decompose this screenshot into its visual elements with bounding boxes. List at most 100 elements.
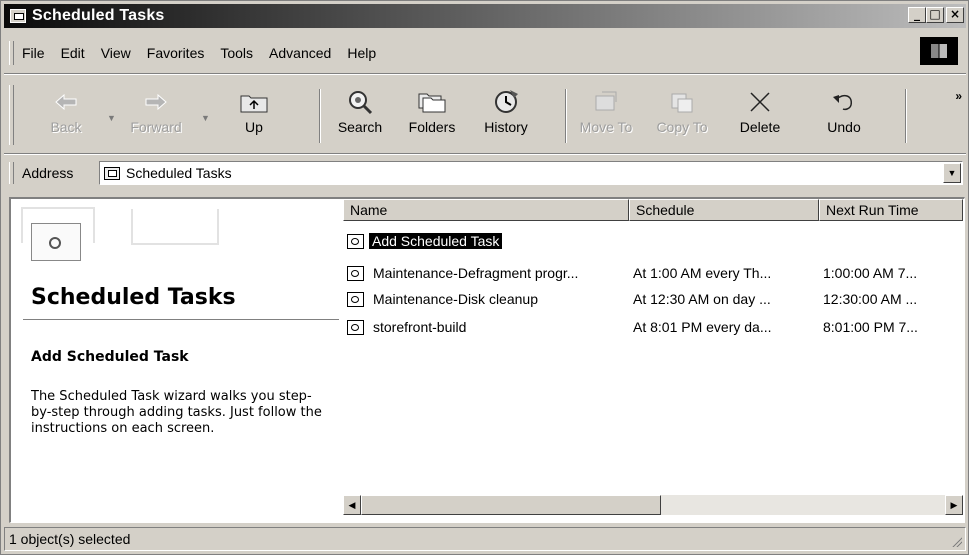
resize-grip-icon[interactable] <box>950 535 962 547</box>
address-dropdown-icon[interactable]: ▼ <box>943 163 961 183</box>
menu-file[interactable]: File <box>22 45 45 61</box>
window: Scheduled Tasks _ □ × File Edit View Fav… <box>0 0 969 555</box>
list-item[interactable]: Add Scheduled Task <box>343 231 963 253</box>
task-name: Add Scheduled Task <box>369 233 503 249</box>
delete-icon <box>750 92 770 112</box>
list-header: Name Schedule Next Run Time <box>343 199 963 221</box>
menu-help[interactable]: Help <box>347 45 376 61</box>
menu-bar: File Edit View Favorites Tools Advanced … <box>9 41 392 65</box>
window-title: Scheduled Tasks <box>32 7 165 24</box>
menu-advanced[interactable]: Advanced <box>269 45 331 61</box>
address-bar: Address Scheduled Tasks ▼ <box>9 161 965 185</box>
forward-label: Forward <box>130 119 182 135</box>
search-icon <box>349 91 373 115</box>
address-value: Scheduled Tasks <box>126 165 232 181</box>
search-button[interactable]: Search <box>325 85 395 147</box>
horizontal-scrollbar[interactable]: ◀ ▶ <box>343 495 963 515</box>
copy-to-button[interactable]: Copy To <box>647 85 717 147</box>
pane-divider <box>23 319 339 320</box>
list-item[interactable]: Maintenance-Defragment progr... At 1:00 … <box>343 263 963 285</box>
toolbar-divider <box>4 153 966 155</box>
task-list[interactable]: Name Schedule Next Run Time Add Schedule… <box>343 199 963 521</box>
folder-up-icon <box>240 95 268 113</box>
undo-button[interactable]: Undo <box>809 85 879 147</box>
scheduled-tasks-folder-icon <box>31 223 81 261</box>
add-task-icon <box>347 234 364 249</box>
watermark-shape <box>131 209 219 245</box>
history-button[interactable]: History <box>471 85 541 147</box>
delete-button[interactable]: Delete <box>725 85 795 147</box>
address-grip[interactable] <box>9 162 14 184</box>
move-to-label: Move To <box>579 119 633 135</box>
toolbar-separator <box>319 89 321 143</box>
scroll-thumb[interactable] <box>361 495 661 515</box>
task-schedule: At 1:00 AM every Th... <box>633 265 772 281</box>
task-schedule: At 12:30 AM on day ... <box>633 291 771 307</box>
history-icon <box>495 90 518 113</box>
folders-button[interactable]: Folders <box>397 85 467 147</box>
scroll-left-button[interactable]: ◀ <box>343 495 361 515</box>
forward-dropdown-icon[interactable]: ▼ <box>201 113 210 123</box>
web-view-pane: Scheduled Tasks Add Scheduled Task The S… <box>11 199 341 521</box>
forward-button[interactable]: Forward <box>121 85 191 147</box>
address-input[interactable]: Scheduled Tasks ▼ <box>99 161 963 185</box>
move-to-icon <box>595 91 617 111</box>
column-header-name[interactable]: Name <box>343 199 629 221</box>
up-label: Up <box>245 119 263 135</box>
menu-favorites[interactable]: Favorites <box>147 45 205 61</box>
back-dropdown-icon[interactable]: ▼ <box>107 113 116 123</box>
forward-arrow-icon <box>145 93 167 111</box>
task-next-run: 1:00:00 AM 7... <box>823 265 918 281</box>
back-label: Back <box>50 119 82 135</box>
folders-label: Folders <box>408 119 456 135</box>
menu-view[interactable]: View <box>101 45 131 61</box>
status-text: 1 object(s) selected <box>9 531 131 547</box>
task-icon <box>347 292 364 307</box>
list-item[interactable]: Maintenance-Disk cleanup At 12:30 AM on … <box>343 289 963 311</box>
pane-title: Scheduled Tasks <box>31 285 236 310</box>
menu-tools[interactable]: Tools <box>220 45 253 61</box>
toolbar-separator <box>905 89 907 143</box>
list-item[interactable]: storefront-build At 8:01 PM every da... … <box>343 317 963 339</box>
window-controls: _ □ × <box>908 7 964 23</box>
title-bar[interactable]: Scheduled Tasks _ □ × <box>4 4 966 28</box>
task-icon <box>347 320 364 335</box>
close-button[interactable]: × <box>946 7 964 23</box>
move-to-button[interactable]: Move To <box>571 85 641 147</box>
task-name: storefront-build <box>373 319 467 335</box>
pane-subtitle: Add Scheduled Task <box>31 349 189 365</box>
undo-icon <box>833 94 852 111</box>
scheduled-tasks-icon <box>10 9 26 23</box>
copy-to-icon <box>671 93 693 113</box>
task-name: Maintenance-Disk cleanup <box>373 291 538 307</box>
copy-to-label: Copy To <box>656 119 708 135</box>
minimize-button[interactable]: _ <box>908 7 926 23</box>
history-label: History <box>484 119 528 135</box>
scheduled-tasks-icon <box>104 166 120 180</box>
toolbar-grip[interactable] <box>9 85 14 145</box>
scroll-right-button[interactable]: ▶ <box>945 495 963 515</box>
maximize-button[interactable]: □ <box>926 7 944 23</box>
task-next-run: 12:30:00 AM ... <box>823 291 918 307</box>
task-schedule: At 8:01 PM every da... <box>633 319 772 335</box>
address-label: Address <box>22 165 74 181</box>
task-icon <box>347 266 364 281</box>
menu-edit[interactable]: Edit <box>61 45 85 61</box>
search-label: Search <box>337 119 383 135</box>
pane-description: The Scheduled Task wizard walks you step… <box>31 389 322 436</box>
back-arrow-icon <box>55 93 77 111</box>
back-button[interactable]: Back <box>31 85 101 147</box>
toolbar-more-chevron-icon[interactable]: » <box>955 89 962 103</box>
toolbar-separator <box>565 89 567 143</box>
delete-label: Delete <box>739 119 781 135</box>
column-header-schedule[interactable]: Schedule <box>629 199 819 221</box>
column-header-next-run[interactable]: Next Run Time <box>819 199 963 221</box>
standard-toolbar <box>9 85 22 147</box>
task-name: Maintenance-Defragment progr... <box>373 265 579 281</box>
task-next-run: 8:01:00 PM 7... <box>823 319 918 335</box>
menu-grip[interactable] <box>9 41 14 65</box>
windows-logo-icon <box>920 37 958 65</box>
undo-label: Undo <box>827 119 861 135</box>
content-area: Scheduled Tasks Add Scheduled Task The S… <box>9 197 965 523</box>
up-button[interactable]: Up <box>219 85 289 147</box>
